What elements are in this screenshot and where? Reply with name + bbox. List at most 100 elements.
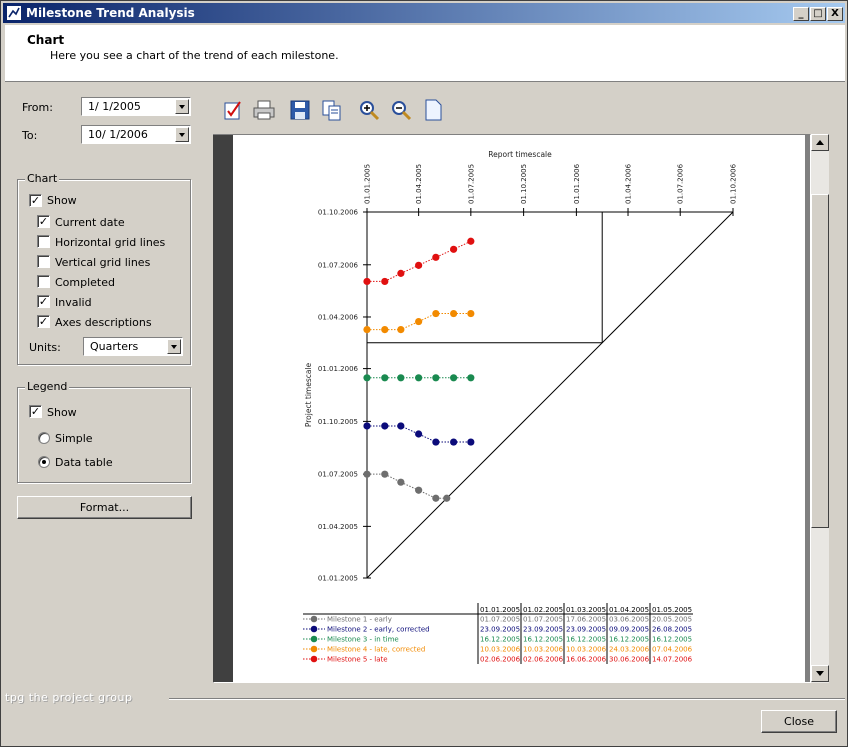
zoom-out-icon[interactable] [389, 98, 413, 122]
table-column-header: 01.05.2005 [652, 606, 692, 614]
properties-icon[interactable] [221, 98, 245, 122]
close-button[interactable]: Close [761, 710, 837, 733]
format-button[interactable]: Format... [17, 496, 192, 519]
table-cell: 02.06.2006 [480, 656, 521, 664]
series-point-3 [467, 374, 475, 382]
series-point-5 [397, 269, 405, 277]
units-select[interactable]: Quarters [83, 337, 183, 356]
table-cell: 10.03.2006 [480, 646, 521, 654]
y-tick-label: 01.10.2005 [318, 418, 358, 426]
series-line-1 [367, 473, 447, 499]
x-tick-label: 01.01.2006 [573, 163, 581, 204]
series-point-5 [450, 245, 458, 253]
series-point-5 [432, 253, 440, 261]
preview-page: Report timescale Project timescale 01.01.2… [233, 135, 805, 682]
from-date-dropdown-icon[interactable] [175, 99, 189, 114]
y-tick-label: 01.07.2006 [318, 261, 359, 269]
x-tick-label: 01.10.2006 [730, 163, 738, 204]
legend-entry: Milestone 5 - late [327, 656, 388, 664]
series-point-4 [397, 326, 405, 334]
milestone-trend-chart: Report timescale Project timescale 01.01.2… [303, 150, 738, 664]
completed-checkbox[interactable] [37, 275, 50, 288]
window-title: Milestone Trend Analysis [26, 6, 195, 20]
y-axis-label: Project timescale [304, 362, 313, 427]
company-brand: tpg the project group [5, 691, 133, 704]
milestone-trend-window: Milestone Trend Analysis _ □ X Chart Her… [0, 0, 848, 747]
table-cell: 16.12.2005 [566, 636, 606, 644]
maximize-button[interactable]: □ [810, 7, 826, 21]
zoom-in-icon[interactable] [357, 98, 381, 122]
table-cell: 16.12.2005 [652, 636, 692, 644]
series-point-1 [381, 470, 389, 478]
table-column-header: 01.03.2005 [566, 606, 606, 614]
legend-entry: Milestone 2 - early, corrected [327, 626, 430, 634]
header-subtitle: Here you see a chart of the trend of eac… [50, 49, 339, 62]
preview-scrollbar[interactable] [811, 134, 829, 683]
table-cell: 23.09.2005 [566, 626, 606, 634]
table-cell: 01.07.2005 [480, 616, 520, 624]
diagonal-line [366, 211, 734, 579]
table-cell: 23.09.2005 [523, 626, 563, 634]
invalid-label: Invalid [55, 296, 92, 309]
series-point-1 [363, 470, 371, 478]
legend-data-table-radio[interactable] [38, 456, 50, 468]
series-point-4 [381, 326, 389, 334]
series-point-4 [363, 326, 371, 334]
series-point-1 [397, 478, 405, 486]
axes-descriptions-label: Axes descriptions [55, 316, 152, 329]
table-cell: 14.07.2006 [652, 656, 693, 664]
x-tick-label: 01.04.2005 [415, 164, 423, 204]
x-axis-label: Report timescale [488, 150, 552, 159]
legend-show-checkbox[interactable]: ✓ [29, 405, 42, 418]
series-point-2 [467, 438, 475, 446]
table-cell: 23.09.2005 [480, 626, 520, 634]
table-cell: 03.06.2005 [609, 616, 649, 624]
y-tick-label: 01.01.2006 [318, 365, 359, 373]
to-label: To: [22, 129, 38, 142]
series-point-4 [432, 309, 440, 318]
invalid-checkbox[interactable]: ✓ [37, 295, 50, 308]
legend-simple-label: Simple [55, 432, 93, 445]
series-point-5 [363, 277, 371, 286]
current-date-checkbox[interactable]: ✓ [37, 215, 50, 228]
series-point-1 [415, 486, 423, 494]
table-cell: 09.09.2005 [609, 626, 649, 634]
page-icon[interactable] [421, 98, 445, 122]
table-cell: 26.08.2005 [652, 626, 692, 634]
table-cell: 01.07.2005 [523, 616, 563, 624]
copy-icon[interactable] [320, 98, 344, 122]
series-point-4 [467, 309, 475, 318]
to-date-picker[interactable]: 10/ 1/2006 [81, 125, 191, 144]
series-point-5 [467, 237, 475, 245]
series-point-2 [450, 438, 458, 446]
y-tick-label: 01.04.2006 [318, 313, 359, 321]
table-column-header: 01.04.2005 [609, 606, 649, 614]
series-point-2 [415, 430, 423, 438]
table-cell: 30.06.2006 [609, 656, 650, 664]
to-date-dropdown-icon[interactable] [175, 127, 189, 142]
chart-show-checkbox[interactable]: ✓ [29, 194, 42, 207]
vertical-grid-checkbox[interactable] [37, 255, 50, 268]
table-cell: 16.06.2006 [566, 656, 607, 664]
scroll-down-arrow[interactable] [811, 665, 829, 682]
series-point-2 [381, 422, 389, 430]
series-point-3 [450, 374, 458, 382]
close-window-button[interactable]: X [827, 7, 843, 21]
units-dropdown-icon[interactable] [167, 339, 181, 354]
completed-label: Completed [55, 276, 115, 289]
minimize-button[interactable]: _ [793, 7, 809, 21]
legend-marker [310, 615, 318, 623]
table-cell: 17.06.2005 [566, 616, 606, 624]
horizontal-grid-checkbox[interactable] [37, 235, 50, 248]
horizontal-grid-label: Horizontal grid lines [55, 236, 166, 249]
legend-simple-radio[interactable] [38, 432, 50, 444]
save-icon[interactable] [288, 98, 312, 122]
scroll-up-arrow[interactable] [811, 134, 829, 151]
print-icon[interactable] [252, 98, 276, 122]
axes-descriptions-checkbox[interactable]: ✓ [37, 315, 50, 328]
x-tick-label: 01.07.2006 [677, 163, 685, 204]
x-tick-label: 01.07.2005 [467, 164, 475, 204]
scroll-thumb[interactable] [811, 194, 829, 528]
from-date-picker[interactable]: 1/ 1/2005 [81, 97, 191, 116]
legend-marker [310, 655, 318, 663]
